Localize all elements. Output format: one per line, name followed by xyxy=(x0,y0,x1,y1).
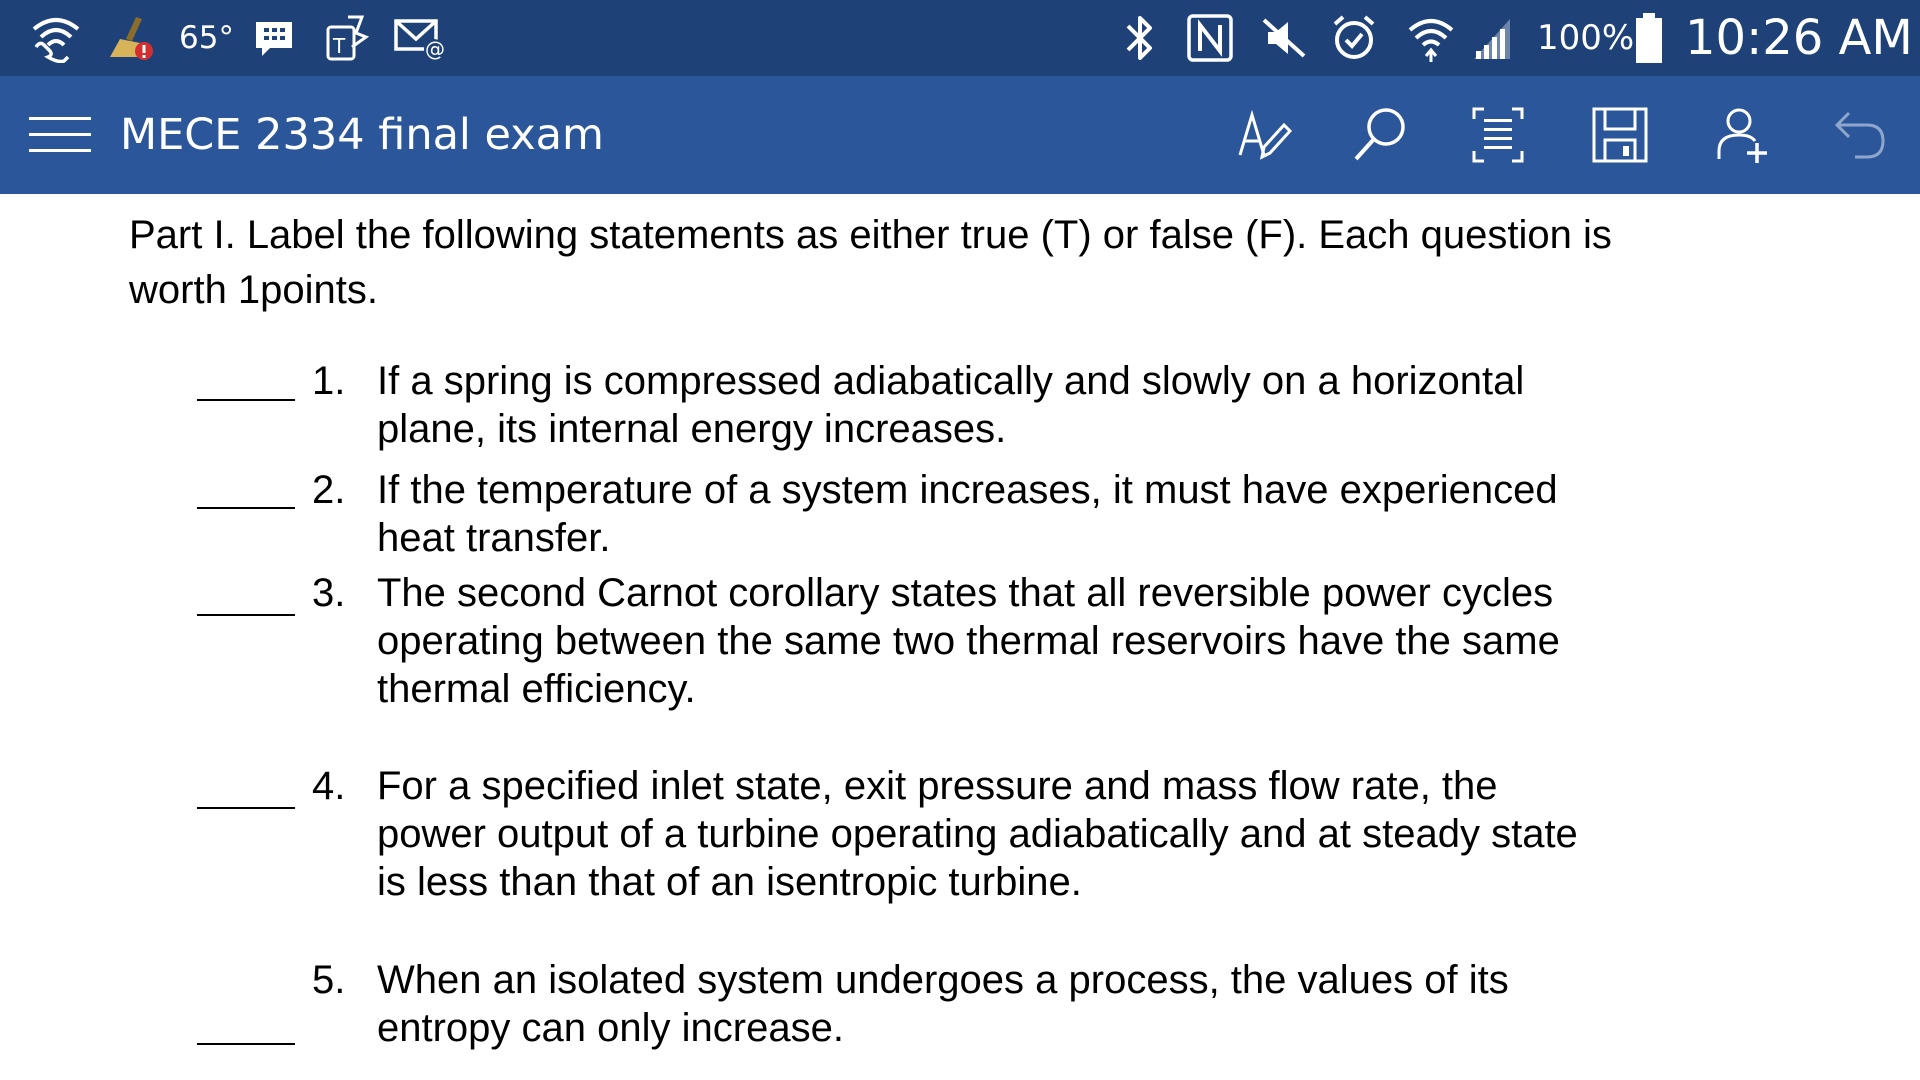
app-bar: MECE 2334 final exam xyxy=(0,76,1920,194)
answer-blank[interactable] xyxy=(197,1043,295,1045)
share-icon[interactable] xyxy=(1710,76,1774,194)
clock: 10:26 AM xyxy=(1685,10,1913,66)
document-title: MECE 2334 final exam xyxy=(120,110,604,160)
alarm-icon xyxy=(1330,0,1378,76)
email-icon: @ xyxy=(392,0,448,76)
svg-text:T: T xyxy=(332,34,346,58)
save-icon[interactable] xyxy=(1588,76,1652,194)
question-line: is less than that of an isentropic turbi… xyxy=(377,860,1082,904)
question-line: If the temperature of a system increases… xyxy=(377,468,1558,512)
touch-tool-icon: T xyxy=(322,0,370,76)
menu-icon[interactable] xyxy=(28,76,92,194)
question-number: 1. xyxy=(312,359,346,403)
answer-blank[interactable] xyxy=(197,807,295,809)
question-line: plane, its internal energy increases. xyxy=(377,407,1007,451)
question-number: 4. xyxy=(312,764,346,808)
question-number: 2. xyxy=(312,468,346,512)
cleaner-alert-icon xyxy=(106,0,158,76)
question-text: When an isolated system undergoes a proc… xyxy=(377,956,1667,1052)
signal-icon xyxy=(1470,0,1514,76)
wifi-calling-icon xyxy=(28,0,84,76)
question-number: 3. xyxy=(312,571,346,615)
wifi-icon xyxy=(1406,0,1456,76)
document-body: Part I. Label the following statements a… xyxy=(0,194,1920,1080)
question-line: When an isolated system undergoes a proc… xyxy=(377,958,1509,1002)
question-line: For a specified inlet state, exit pressu… xyxy=(377,764,1498,808)
messenger-icon xyxy=(252,0,296,76)
question-line: power output of a turbine operating adia… xyxy=(377,812,1578,856)
search-icon[interactable] xyxy=(1348,76,1412,194)
undo-icon[interactable] xyxy=(1828,76,1892,194)
svg-text:@: @ xyxy=(425,37,445,61)
temperature-text: 65° xyxy=(179,20,234,56)
question-text: If a spring is compressed adiabatically … xyxy=(377,357,1667,453)
question-line: If a spring is compressed adiabatically … xyxy=(377,359,1525,403)
reading-view-icon[interactable] xyxy=(1466,76,1530,194)
answer-blank[interactable] xyxy=(197,507,295,509)
question-line: heat transfer. xyxy=(377,516,611,560)
instructions-line: worth 1points. xyxy=(129,268,379,312)
battery-icon xyxy=(1634,0,1664,76)
battery-percent: 100% xyxy=(1537,18,1635,58)
nfc-icon xyxy=(1186,0,1234,76)
question-line: operating between the same two thermal r… xyxy=(377,619,1560,663)
answer-blank[interactable] xyxy=(197,614,295,616)
status-bar: 65° T @ 100% 10:26 AM xyxy=(0,0,1920,76)
question-text: If the temperature of a system increases… xyxy=(377,466,1667,562)
question-text: For a specified inlet state, exit pressu… xyxy=(377,762,1667,906)
instructions: Part I. Label the following statements a… xyxy=(129,208,1849,318)
question-number: 5. xyxy=(312,958,346,1002)
edit-icon[interactable] xyxy=(1232,76,1296,194)
mute-icon xyxy=(1260,0,1308,76)
question-text: The second Carnot corollary states that … xyxy=(377,569,1667,713)
question-line: The second Carnot corollary states that … xyxy=(377,571,1554,615)
answer-blank[interactable] xyxy=(197,399,295,401)
question-line: entropy can only increase. xyxy=(377,1006,844,1050)
bluetooth-icon xyxy=(1122,0,1158,76)
question-line: thermal efficiency. xyxy=(377,667,696,711)
instructions-line: Part I. Label the following statements a… xyxy=(129,213,1612,257)
